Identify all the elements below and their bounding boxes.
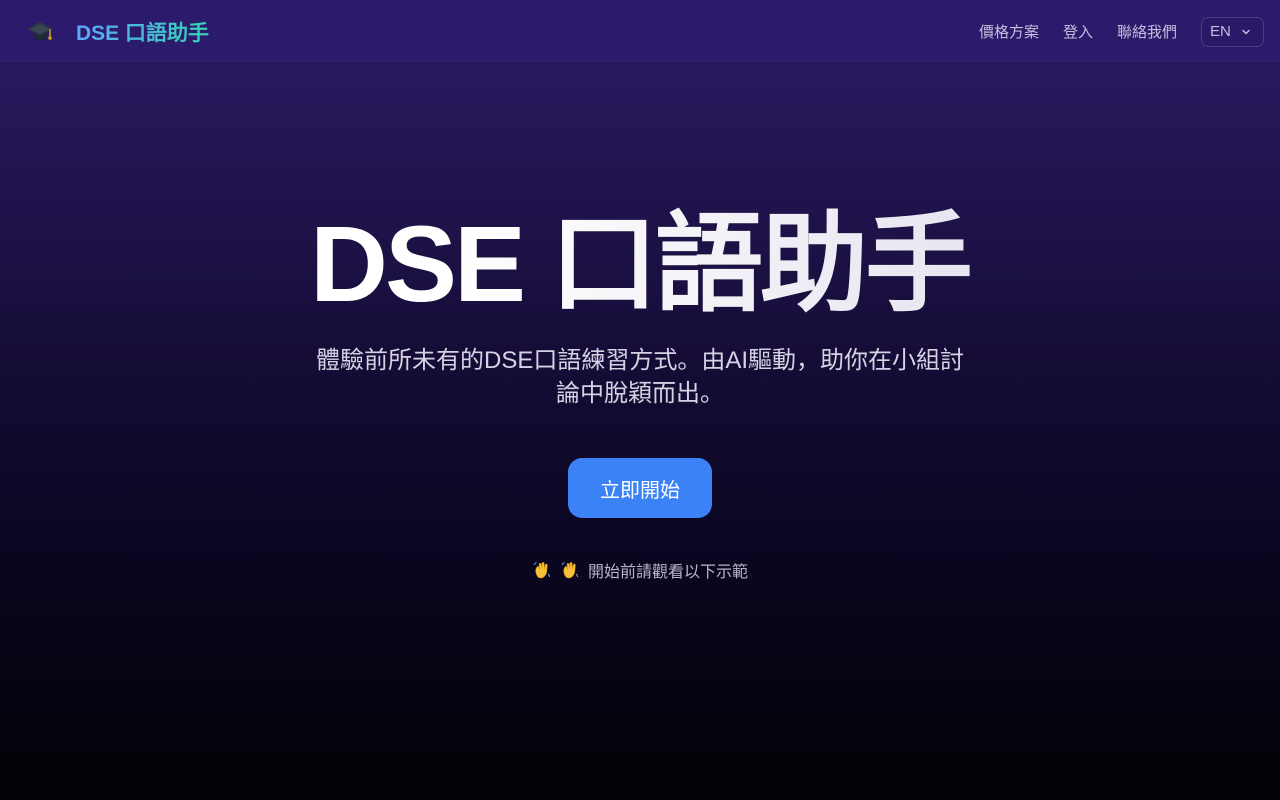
hero-title: DSE 口語助手 <box>0 204 1280 324</box>
nav-link-contact[interactable]: 聯絡我們 <box>1117 21 1177 42</box>
hero-subtitle: 體驗前所未有的DSE口語練習方式。由AI驅動，助你在小組討論中脫穎而出。 <box>315 347 965 407</box>
brand-logo-link[interactable]: DSE 口語助手 <box>24 16 209 48</box>
brand-title: DSE 口語助手 <box>76 17 209 47</box>
demo-hint: 開始前請觀看以下示範 <box>0 558 1280 582</box>
graduation-cap-icon <box>24 16 56 48</box>
nav-link-pricing[interactable]: 價格方案 <box>979 21 1039 42</box>
demo-hint-text: 開始前請觀看以下示範 <box>587 564 748 581</box>
get-started-button[interactable]: 立即開始 <box>568 458 712 518</box>
language-value: EN <box>1210 23 1231 40</box>
nav-link-login[interactable]: 登入 <box>1063 21 1093 42</box>
waving-hand-icon <box>532 560 552 580</box>
top-navbar: DSE 口語助手 價格方案 登入 聯絡我們 EN <box>0 0 1280 64</box>
waving-hand-icon <box>560 560 580 580</box>
chevron-down-icon <box>1241 27 1251 37</box>
language-select[interactable]: EN <box>1201 16 1264 47</box>
nav-links: 價格方案 登入 聯絡我們 EN <box>979 16 1264 47</box>
